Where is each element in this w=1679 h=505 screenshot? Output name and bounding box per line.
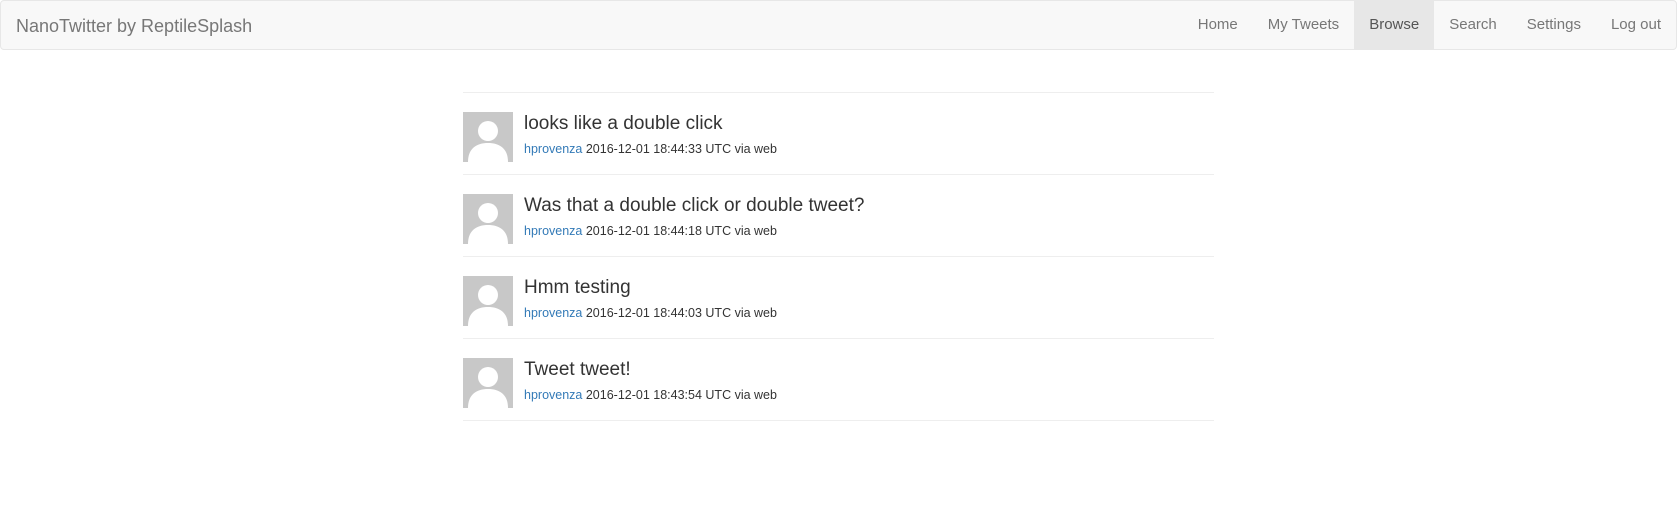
tweet-feed: looks like a double click hprovenza 2016… — [463, 92, 1214, 421]
nav-item-browse[interactable]: Browse — [1354, 1, 1435, 49]
tweet-author-link[interactable]: hprovenza — [524, 224, 582, 238]
nav-menu: Home My Tweets Browse Search Settings Lo… — [1183, 1, 1676, 49]
tweet-timestamp: 2016-12-01 18:44:18 UTC — [585, 224, 732, 238]
tweet-author-link[interactable]: hprovenza — [524, 388, 582, 402]
tweet-timestamp: 2016-12-01 18:44:03 UTC — [585, 306, 732, 320]
default-user-avatar-icon — [463, 358, 513, 408]
tweet-text: Hmm testing — [524, 277, 631, 298]
tweet-meta: hprovenza 2016-12-01 18:44:18 UTC via we… — [524, 224, 777, 238]
tweet-meta: hprovenza 2016-12-01 18:43:54 UTC via we… — [524, 388, 777, 402]
default-user-avatar-icon — [463, 276, 513, 326]
nav-item-my-tweets[interactable]: My Tweets — [1253, 1, 1354, 49]
nav-item-home[interactable]: Home — [1183, 1, 1253, 49]
tweet-timestamp: 2016-12-01 18:44:33 UTC — [585, 142, 732, 156]
tweet-timestamp: 2016-12-01 18:43:54 UTC — [585, 388, 732, 402]
tweet-source: via web — [734, 306, 777, 320]
tweet-item: Hmm testing hprovenza 2016-12-01 18:44:0… — [463, 257, 1214, 339]
default-user-avatar-icon — [463, 194, 513, 244]
tweet-text: looks like a double click — [524, 113, 723, 134]
top-navbar: NanoTwitter by ReptileSplash Home My Twe… — [0, 0, 1677, 50]
tweet-source: via web — [734, 224, 777, 238]
nav-item-settings[interactable]: Settings — [1512, 1, 1596, 49]
nav-item-log-out[interactable]: Log out — [1596, 1, 1676, 49]
tweet-text: Tweet tweet! — [524, 359, 631, 380]
tweet-author-link[interactable]: hprovenza — [524, 142, 582, 156]
tweet-item: looks like a double click hprovenza 2016… — [463, 93, 1214, 175]
tweet-source: via web — [734, 388, 777, 402]
tweet-source: via web — [734, 142, 777, 156]
default-user-avatar-icon — [463, 112, 513, 162]
tweet-text: Was that a double click or double tweet? — [524, 195, 865, 216]
nav-item-search[interactable]: Search — [1434, 1, 1512, 49]
tweet-meta: hprovenza 2016-12-01 18:44:33 UTC via we… — [524, 142, 777, 156]
tweet-author-link[interactable]: hprovenza — [524, 306, 582, 320]
tweet-item: Was that a double click or double tweet?… — [463, 175, 1214, 257]
tweet-meta: hprovenza 2016-12-01 18:44:03 UTC via we… — [524, 306, 777, 320]
tweet-item: Tweet tweet! hprovenza 2016-12-01 18:43:… — [463, 339, 1214, 421]
brand-link[interactable]: NanoTwitter by ReptileSplash — [16, 1, 252, 51]
